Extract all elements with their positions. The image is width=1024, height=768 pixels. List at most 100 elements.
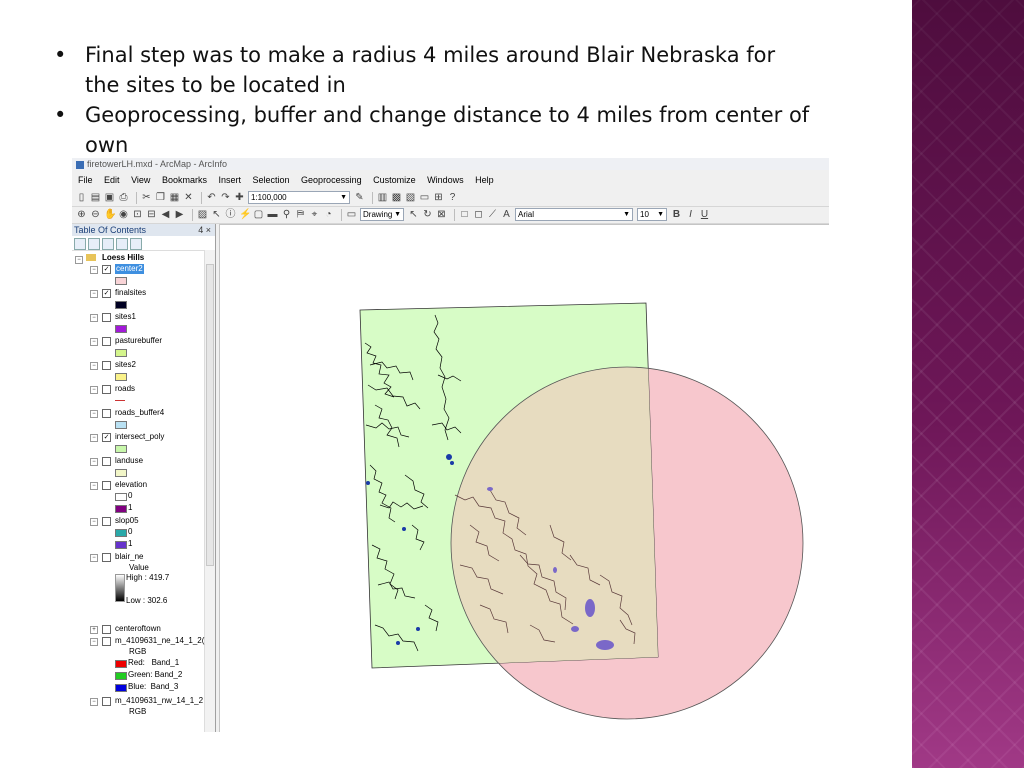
symbol-swatch-intersect-poly[interactable]	[115, 445, 127, 453]
collapse-icon[interactable]: −	[90, 362, 98, 370]
symbol-line-roads[interactable]	[115, 400, 125, 401]
menu-customize[interactable]: Customize	[373, 175, 416, 185]
delete-icon[interactable]: ✕	[183, 192, 194, 203]
layer-label-finalsites[interactable]: finalsites	[115, 288, 146, 298]
close-icon[interactable]: ×	[206, 225, 211, 235]
go-back-arrow-icon[interactable]: ◀	[160, 209, 171, 220]
go-to-xy-icon[interactable]: ⌖	[309, 209, 320, 220]
layer-label-slop05[interactable]: slop05	[115, 516, 139, 526]
layer-label-m-ne[interactable]: m_4109631_ne_14_1_2(	[115, 636, 204, 646]
go-forward-arrow-icon[interactable]: ▶	[174, 209, 185, 220]
symbol-swatch-sites1[interactable]	[115, 325, 127, 333]
layer-checkbox-sites2[interactable]	[102, 361, 111, 370]
layer-label-center2[interactable]: center2	[115, 264, 144, 274]
list-by-source-icon[interactable]	[88, 238, 100, 250]
find-binoculars-icon[interactable]: ⚲	[281, 209, 292, 220]
symbol-swatch-landuse[interactable]	[115, 469, 127, 477]
layer-checkbox-finalsites[interactable]: ✓	[102, 289, 111, 298]
find-route-icon[interactable]: ⛿	[295, 209, 306, 220]
menu-bookmarks[interactable]: Bookmarks	[162, 175, 207, 185]
hyperlink-icon[interactable]: ⚡	[239, 209, 251, 220]
map-canvas[interactable]	[220, 225, 829, 732]
pin-icon[interactable]: 4	[198, 225, 203, 235]
fixed-zoom-out-icon[interactable]: ⊟	[146, 209, 157, 220]
layer-checkbox-roads-buffer4[interactable]	[102, 409, 111, 418]
collapse-icon[interactable]: −	[90, 698, 98, 706]
layer-checkbox-centeroftown[interactable]	[102, 625, 111, 634]
expand-icon[interactable]: +	[90, 626, 98, 634]
collapse-icon[interactable]: −	[90, 266, 98, 274]
html-popup-icon[interactable]: ▢	[253, 209, 264, 220]
list-by-drawing-order-icon[interactable]	[74, 238, 86, 250]
layer-label-pasturebuffer[interactable]: pasturebuffer	[115, 336, 162, 346]
symbol-swatch-roads-buffer4[interactable]	[115, 421, 127, 429]
legend-swatch-elevation-0[interactable]	[115, 493, 127, 501]
new-text-icon[interactable]: A	[501, 209, 512, 220]
layer-checkbox-m-nw[interactable]	[102, 697, 111, 706]
legend-swatch-elevation-1[interactable]	[115, 505, 127, 513]
redo-icon[interactable]: ↷	[220, 192, 231, 203]
layer-label-sites1[interactable]: sites1	[115, 312, 136, 322]
collapse-icon[interactable]: −	[90, 386, 98, 394]
font-size-combo[interactable]: 10 ▼	[637, 208, 667, 221]
editor-toolbar-icon[interactable]: ✎	[354, 192, 365, 203]
arctoolbox-icon[interactable]: ▩	[391, 192, 402, 203]
catalog-window-icon[interactable]: ▥	[377, 192, 388, 203]
select-elements-icon[interactable]: ↖	[211, 209, 222, 220]
collapse-icon[interactable]: −	[90, 518, 98, 526]
drawing-select-arrow-icon[interactable]: ↖	[408, 209, 419, 220]
copy-icon[interactable]: ❐	[155, 192, 166, 203]
menu-view[interactable]: View	[131, 175, 150, 185]
zoom-in-icon[interactable]: ⊕	[76, 209, 87, 220]
italic-button[interactable]: I	[685, 209, 696, 220]
layer-checkbox-sites1[interactable]	[102, 313, 111, 322]
full-extent-globe-icon[interactable]: ◉	[118, 209, 129, 220]
toc-options-icon[interactable]	[130, 238, 142, 250]
underline-button[interactable]: U	[699, 209, 710, 220]
elevation-color-ramp[interactable]	[115, 574, 125, 602]
menu-edit[interactable]: Edit	[104, 175, 120, 185]
pan-hand-icon[interactable]: ✋	[104, 209, 116, 220]
layout-view-icon[interactable]: ▭	[346, 209, 357, 220]
symbol-swatch-pasturebuffer[interactable]	[115, 349, 127, 357]
band-swatch-blue[interactable]	[115, 684, 127, 692]
layer-checkbox-landuse[interactable]	[102, 457, 111, 466]
add-data-icon[interactable]: ✚	[234, 192, 245, 203]
python-window-icon[interactable]: ▭	[419, 192, 430, 203]
list-by-visibility-icon[interactable]	[102, 238, 114, 250]
layer-checkbox-pasturebuffer[interactable]	[102, 337, 111, 346]
toc-scrollbar[interactable]	[204, 250, 215, 732]
edit-vertices-icon[interactable]: ⟋	[487, 209, 498, 220]
time-slider-icon[interactable]: ◔	[323, 209, 334, 220]
layer-label-roads[interactable]: roads	[115, 384, 135, 394]
cut-icon[interactable]: ✂	[141, 192, 152, 203]
band-swatch-red[interactable]	[115, 660, 127, 668]
zoom-out-icon[interactable]: ⊖	[90, 209, 101, 220]
layer-label-m-nw[interactable]: m_4109631_nw_14_1_2	[115, 696, 203, 706]
toc-scroll-thumb[interactable]	[206, 264, 214, 566]
layer-label-roads-buffer4[interactable]: roads_buffer4	[115, 408, 164, 418]
search-window-icon[interactable]: ▧	[405, 192, 416, 203]
collapse-icon[interactable]: −	[90, 338, 98, 346]
measure-icon[interactable]: ▬	[267, 209, 278, 220]
callout-tool-icon[interactable]: ◻	[473, 209, 484, 220]
map-scale-combo[interactable]: 1:100,000 ▼	[248, 191, 350, 204]
collapse-icon[interactable]: −	[90, 458, 98, 466]
collapse-icon[interactable]: −	[90, 434, 98, 442]
layer-label-sites2[interactable]: sites2	[115, 360, 136, 370]
layer-label-landuse[interactable]: landuse	[115, 456, 143, 466]
fixed-zoom-in-icon[interactable]: ⊡	[132, 209, 143, 220]
layer-checkbox-center2[interactable]: ✓	[102, 265, 111, 274]
layer-label-blair-ne[interactable]: blair_ne	[115, 552, 143, 562]
symbol-swatch-center2[interactable]	[115, 277, 127, 285]
identify-icon[interactable]: ⓘ	[225, 209, 236, 220]
help-pointer-icon[interactable]: ?	[447, 192, 458, 203]
symbol-swatch-sites2[interactable]	[115, 373, 127, 381]
select-features-icon[interactable]: ▨	[197, 209, 208, 220]
menu-file[interactable]: File	[78, 175, 93, 185]
map-display[interactable]	[219, 224, 829, 732]
open-folder-icon[interactable]: ▤	[90, 192, 101, 203]
collapse-icon[interactable]: −	[90, 638, 98, 646]
layer-label-intersect-poly[interactable]: intersect_poly	[115, 432, 164, 442]
rotate-icon[interactable]: ↻	[422, 209, 433, 220]
